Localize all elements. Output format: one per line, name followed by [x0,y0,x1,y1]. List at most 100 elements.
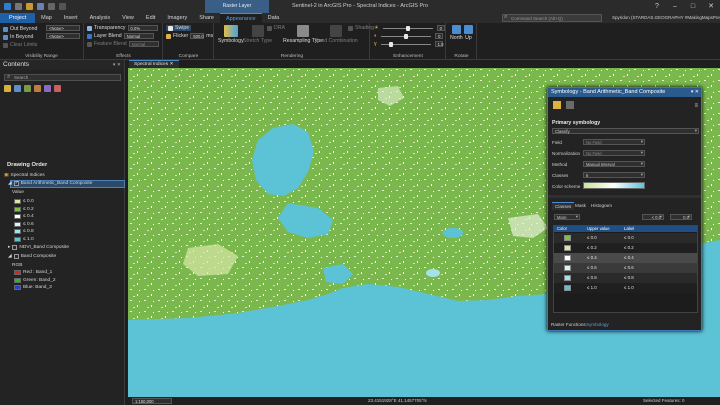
legend-item[interactable]: ≤ 0.6 [14,221,34,227]
subtab-histogram[interactable]: Histogram [588,202,615,209]
up-button[interactable]: Up [465,35,472,41]
pane-controls-icon[interactable]: ▾ ✕ [691,88,699,97]
color-scheme-picker[interactable] [583,182,645,189]
maximize-icon[interactable]: □ [684,0,702,13]
brightness-value[interactable]: 0 [436,25,445,31]
expand-icon[interactable]: ◢ [8,254,12,259]
list-by-selection-icon[interactable] [24,85,31,92]
undo-icon[interactable] [48,3,55,10]
vary-symbology-tab-icon[interactable] [566,101,574,109]
class-color-swatch[interactable] [564,255,571,261]
legend-swatch[interactable] [14,199,21,204]
map-node[interactable]: ▣ Spectral Indices [4,173,45,178]
layer-ndvi[interactable]: ▸ NDVI_Band Composite [8,245,69,250]
flicker-button[interactable]: Flicker [173,33,188,39]
more-dropdown[interactable]: More [554,214,580,220]
expand-icon[interactable]: ◢ [8,181,12,186]
primary-symbology-tab-icon[interactable] [553,101,561,109]
layer-visibility-checkbox[interactable] [13,180,19,186]
redo-icon[interactable] [59,3,66,10]
class-row[interactable]: ≤ 0.0 ≤ 0.0 [554,233,697,243]
class-color-swatch[interactable] [564,265,571,271]
clear-limits-button[interactable]: Clear Limits [10,42,37,48]
save-icon[interactable] [37,3,44,10]
class-color-swatch[interactable] [564,245,571,251]
legend-swatch[interactable] [14,221,21,227]
band-combination-button[interactable]: Band Combination [315,38,358,44]
legend-swatch[interactable] [14,236,21,242]
tab-imagery[interactable]: Imagery [161,13,193,23]
list-by-labeling-icon[interactable] [54,85,61,92]
class-row[interactable]: ≤ 0.2 ≤ 0.2 [554,243,697,253]
legend-item[interactable]: ≤ 0.2 [14,206,34,212]
legend-item[interactable]: ≤ 0.4 [14,214,34,219]
tab-edit[interactable]: Edit [140,13,161,23]
class-upper-value[interactable]: ≤ 0.2 [587,243,597,253]
raster-functions-tab[interactable]: Raster Functions [551,322,586,327]
class-upper-value[interactable]: ≤ 0.8 [587,273,597,283]
subtab-classes[interactable]: Classes [552,202,575,210]
contents-search-input[interactable]: Search [4,74,121,81]
swipe-button[interactable]: Swipe [175,25,189,31]
legend-item[interactable]: ≤ 0.8 [14,229,34,234]
list-by-source-icon[interactable] [14,85,21,92]
class-color-swatch[interactable] [564,285,571,291]
class-upper-value[interactable]: ≤ 0.0 [587,233,597,243]
user-account[interactable]: Spyridon (STARDAS.GEOGRAPHY #MakingMapsP… [612,14,720,22]
out-beyond-dropdown[interactable]: <None> [46,25,80,31]
out-beyond-button[interactable]: Out Beyond [10,26,37,32]
transparency-input[interactable]: 0.0% [127,25,158,31]
tab-project[interactable]: Project [0,13,36,23]
tab-analysis[interactable]: Analysis [84,13,116,23]
tab-map[interactable]: Map [35,13,58,23]
class-color-swatch[interactable] [564,275,571,281]
minimize-icon[interactable]: – [666,0,684,13]
renderer-dropdown[interactable]: Classify [552,128,699,134]
min-value-input[interactable]: < 0.0 [642,214,664,220]
tab-insert[interactable]: Insert [58,13,84,23]
gamma-slider[interactable] [380,41,431,47]
gamma-value[interactable]: 1.0 [434,41,443,47]
legend-swatch[interactable] [14,229,21,234]
class-upper-value[interactable]: ≤ 0.6 [587,263,597,273]
class-label[interactable]: ≤ 0.6 [624,263,634,273]
list-by-editing-icon[interactable] [34,85,41,92]
classes-dropdown[interactable]: 6 [583,172,645,178]
legend-swatch[interactable] [14,206,21,212]
class-label[interactable]: ≤ 1.0 [624,283,634,293]
feature-blend-dropdown[interactable]: Normal [128,41,159,47]
open-project-icon[interactable] [26,3,33,10]
layer-visibility-checkbox[interactable] [13,254,19,259]
legend-swatch[interactable] [14,214,21,219]
method-dropdown[interactable]: Manual Interval [583,161,645,167]
symbology-button[interactable]: Symbology [218,38,244,44]
collapse-icon[interactable]: ▸ [8,245,10,250]
command-search-input[interactable]: Command Search (Alt+Q) [502,14,602,22]
tab-share[interactable]: Share [193,13,220,23]
class-label[interactable]: ≤ 0.0 [624,233,634,243]
class-row[interactable]: ≤ 0.8 ≤ 0.8 [554,273,697,283]
layer-band-arithmetic[interactable]: ◢ Band Arithmetic_Band Composite [8,180,92,186]
in-beyond-button[interactable]: In Beyond [10,34,33,40]
brightness-slider[interactable] [382,25,433,31]
class-row[interactable]: ≤ 0.4 ≤ 0.4 [554,253,697,263]
class-row[interactable]: ≤ 1.0 ≤ 1.0 [554,283,697,293]
flicker-rate-input[interactable]: 500.0 [190,33,205,39]
in-beyond-dropdown[interactable]: <None> [46,33,80,39]
close-icon[interactable]: ✕ [702,0,720,13]
max-value-input[interactable]: 0.0 [670,214,692,220]
legend-item[interactable]: ≤ 1.0 [14,236,34,242]
normalization-dropdown[interactable]: No Field [583,150,645,156]
new-project-icon[interactable] [15,3,22,10]
help-icon[interactable]: ? [648,0,666,13]
class-label[interactable]: ≤ 0.4 [624,253,634,263]
close-pane-icon[interactable]: ▾ ✕ [113,60,121,70]
tab-data[interactable]: Data [262,13,286,23]
class-color-swatch[interactable] [564,235,571,241]
menu-icon[interactable]: ≡ [694,103,698,109]
list-by-snapping-icon[interactable] [44,85,51,92]
class-label[interactable]: ≤ 0.8 [624,273,634,283]
legend-item[interactable]: ≤ 0.0 [14,199,34,204]
class-upper-value[interactable]: ≤ 1.0 [587,283,597,293]
subtab-mask[interactable]: Mask [572,202,589,209]
